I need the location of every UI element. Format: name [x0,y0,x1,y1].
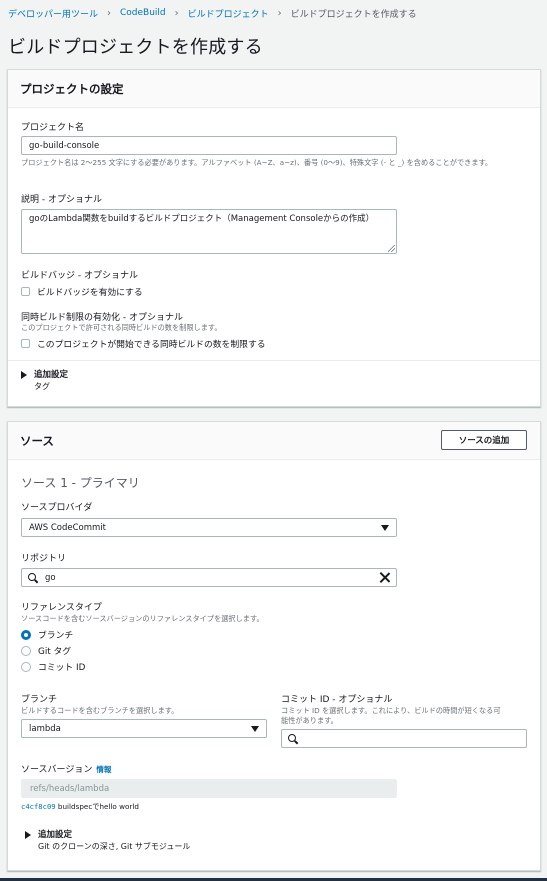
radio-button[interactable] [21,629,31,640]
source-version-input: refs/heads/lambda [21,779,397,798]
commit-hash-link[interactable]: c4cf8c09 [21,802,56,811]
divider [8,360,540,361]
source-provider-label: ソースプロバイダ [21,503,93,513]
breadcrumb: デベロッパー用ツール › CodeBuild › ビルドプロジェクト › ビルド… [8,6,417,20]
project-name-input[interactable]: go-build-console [21,136,397,155]
search-icon [28,572,38,583]
radio-button[interactable] [21,661,31,672]
radio-git-tag[interactable]: Git タグ [21,644,71,657]
expander-title: 追加設定 [34,370,69,380]
commit-message: buildspecでhello world [57,802,139,811]
commit-id-hint-2: 能性があります。 [281,716,338,725]
branch-value: lambda [29,723,61,734]
breadcrumb-build-projects[interactable]: ビルドプロジェクト [188,7,269,20]
page-title: ビルドプロジェクトを作成する [8,37,263,58]
add-source-button[interactable]: ソースの追加 [441,430,527,450]
project-name-hint: プロジェクト名は 2～255 文字にする必要があります。アルファベット (A~Z… [21,158,493,167]
source-panel: ソース ソースの追加 ソース 1 - プライマリ ソースプロバイダ AWS Co… [7,421,541,871]
branch-hint: ビルドするコードを含むブランチを選択します。 [21,706,179,715]
breadcrumb-developer-tools[interactable]: デベロッパー用ツール [8,7,98,20]
expander-subtitle: タグ [34,382,50,391]
badge-label: ビルドバッジ - オプショナル [21,271,138,281]
description-textarea[interactable]: goのLambda関数をbuildするビルドプロジェクト（Management … [21,209,397,254]
concurrency-hint: このプロジェクトで許可される同時ビルドの数を制限します。 [21,323,222,332]
chevron-right-icon: › [107,7,112,19]
caret-down-icon [381,524,389,531]
radio-branch[interactable]: ブランチ [21,628,73,641]
source-provider-value: AWS CodeCommit [29,522,107,533]
reference-type-label: リファレンスタイプ [21,603,102,613]
radio-label: コミット ID [38,663,86,673]
repository-label: リポジトリ [21,554,67,564]
search-icon [288,733,298,744]
radio-label: Git タグ [38,647,72,657]
branch-select[interactable]: lambda [21,719,267,738]
expander-title: 追加設定 [38,830,73,840]
project-settings-panel: プロジェクトの設定 プロジェクト名 go-build-console プロジェク… [7,69,541,407]
resize-handle-icon[interactable] [388,245,395,252]
panel-title: ソース [20,433,54,448]
panel-header: プロジェクトの設定 [8,70,540,108]
repository-search-input[interactable]: go [21,568,397,587]
radio-commit-id[interactable]: コミット ID [21,660,85,673]
source-version-label-text: ソースバージョン [21,765,93,775]
description-text: goのLambda関数をbuildするビルドプロジェクト（Management … [29,214,375,224]
clear-icon[interactable] [379,572,390,583]
chevron-right-icon: › [174,7,179,19]
breadcrumb-codebuild[interactable]: CodeBuild [120,8,166,18]
reference-type-hint: ソースコードを含むソースバージョンのリファレンスタイプを選択します。 [21,614,264,623]
repository-value: go [45,572,56,583]
caret-down-icon [251,725,259,732]
concurrency-label: 同時ビルド制限の有効化 - オプショナル [21,313,183,323]
source-subtitle: ソース 1 - プライマリ [21,476,140,490]
breadcrumb-current: ビルドプロジェクトを作成する [290,9,417,20]
radio-button[interactable] [21,645,31,656]
project-name-label: プロジェクト名 [21,123,85,133]
commit-info: c4cf8c09 buildspecでhello world [21,802,139,812]
info-link[interactable]: 情報 [96,765,111,774]
branch-label: ブランチ [21,695,58,705]
commit-id-hint-1: コミット ID を選択します。これにより、ビルドの時間が短くなる可 [281,706,501,715]
caret-right-icon [25,831,31,839]
concurrency-checkbox-label: このプロジェクトが開始できる同時ビルドの数を制限する [37,340,266,350]
panel-title: プロジェクトの設定 [20,81,124,96]
concurrency-checkbox-row[interactable]: このプロジェクトが開始できる同時ビルドの数を制限する [21,337,266,350]
radio-label: ブランチ [38,631,74,641]
commit-id-label: コミット ID - オプショナル [281,695,393,705]
commit-id-search-input[interactable] [281,729,527,748]
badge-checkbox-row[interactable]: ビルドバッジを有効にする [21,285,143,298]
caret-right-icon [21,371,27,379]
description-label: 説明 - オプショナル [21,195,102,205]
source-additional-settings-expander[interactable]: 追加設定 Git のクローンの深さ, Git サブモジュール [25,830,190,853]
chevron-right-icon: › [277,7,282,19]
badge-checkbox[interactable] [21,287,30,296]
badge-checkbox-label: ビルドバッジを有効にする [37,288,143,298]
source-version-label: ソースバージョン 情報 [21,762,111,775]
expander-subtitle: Git のクローンの深さ, Git サブモジュール [38,842,191,851]
concurrency-checkbox[interactable] [21,339,30,348]
source-provider-select[interactable]: AWS CodeCommit [21,518,397,537]
additional-settings-expander[interactable]: 追加設定 タグ [21,370,68,393]
